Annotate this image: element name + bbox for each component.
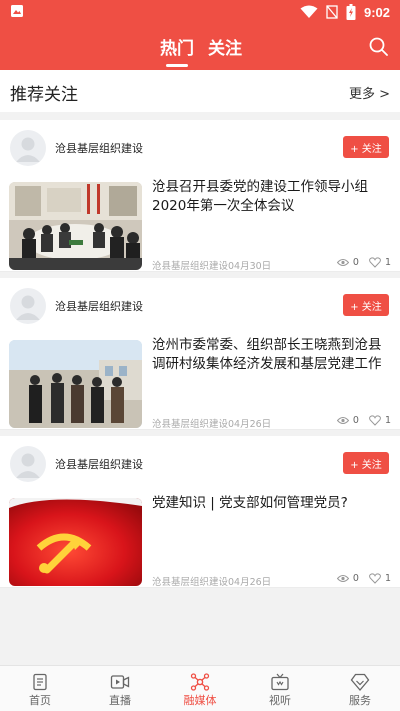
like-count: 1 <box>384 257 391 268</box>
avatar[interactable] <box>10 130 46 166</box>
bottom-navigation: 首页 直播 融媒体 视听 服务 <box>0 665 400 711</box>
tab-hot[interactable]: 热门 <box>160 34 194 59</box>
author-name[interactable]: 沧县基层组织建设 <box>55 140 143 156</box>
article-stats: 0 1 <box>336 257 391 268</box>
article-thumbnail[interactable] <box>9 498 142 586</box>
follow-button[interactable]: + 关注 <box>343 136 389 158</box>
search-icon[interactable] <box>368 36 390 58</box>
nav-service-label: 服务 <box>349 694 371 707</box>
clock: 9:02 <box>363 4 390 20</box>
avatar[interactable] <box>10 288 46 324</box>
home-document-icon <box>33 673 47 691</box>
nav-audio-video-label: 视听 <box>269 694 291 707</box>
wifi-icon <box>300 5 318 18</box>
follow-button[interactable]: + 关注 <box>343 452 389 474</box>
heart-icon[interactable] <box>369 573 381 584</box>
nav-live[interactable]: 直播 <box>80 666 160 711</box>
eye-icon <box>336 259 349 266</box>
article-source-date: 沧县基层组织建设04月26日 <box>152 577 272 588</box>
nav-media-label: 融媒体 <box>183 694 217 707</box>
tab-follow[interactable]: 关注 <box>208 34 242 59</box>
article-card[interactable]: 沧县基层组织建设 + 关注 沧州市委常委、组织部长王晓燕到沧县调研村级集体经济发… <box>0 278 400 430</box>
active-tab-indicator <box>166 64 188 67</box>
battery-charging-icon <box>346 4 356 20</box>
view-count: 0 <box>352 257 359 268</box>
nav-audio-video[interactable]: 视听 <box>240 666 320 711</box>
article-card[interactable]: 沧县基层组织建设 + 关注 党建知识 | 党支部如何管理党员? 沧县基层组织建设… <box>0 436 400 588</box>
more-link[interactable]: 更多 > <box>349 83 390 102</box>
nav-live-label: 直播 <box>109 694 131 707</box>
top-header: 热门 关注 <box>0 24 400 70</box>
eye-icon <box>336 575 349 582</box>
default-avatar-icon <box>16 137 40 162</box>
live-video-icon <box>110 675 130 689</box>
nav-media[interactable]: 融媒体 <box>160 666 240 711</box>
image-notification-icon <box>11 5 23 17</box>
media-network-icon <box>190 673 210 691</box>
section-title: 推荐关注 <box>10 85 78 105</box>
article-stats: 0 1 <box>336 573 391 584</box>
heart-icon[interactable] <box>369 415 381 426</box>
status-bar: 9:02 <box>0 0 400 24</box>
service-diamond-icon <box>350 673 370 691</box>
like-count: 1 <box>384 573 391 584</box>
article-thumbnail[interactable] <box>9 340 142 428</box>
article-card[interactable]: 沧县基层组织建设 + 关注 沧县召开县委党的建设工作领导小组2020年第一次全体… <box>0 120 400 272</box>
author-name[interactable]: 沧县基层组织建设 <box>55 456 143 472</box>
default-avatar-icon <box>16 453 40 478</box>
article-title[interactable]: 沧州市委常委、组织部长王晓燕到沧县调研村级集体经济发展和基层党建工作 <box>152 336 392 374</box>
article-title[interactable]: 党建知识 | 党支部如何管理党员? <box>152 494 392 513</box>
article-thumbnail[interactable] <box>9 182 142 270</box>
article-source-date: 沧县基层组织建设04月26日 <box>152 419 272 430</box>
view-count: 0 <box>352 415 359 426</box>
view-count: 0 <box>352 573 359 584</box>
no-signal-icon <box>326 5 338 19</box>
nav-home-label: 首页 <box>29 694 51 707</box>
tv-icon <box>271 673 289 691</box>
default-avatar-icon <box>16 295 40 320</box>
article-stats: 0 1 <box>336 415 391 426</box>
nav-service[interactable]: 服务 <box>320 666 400 711</box>
eye-icon <box>336 417 349 424</box>
article-source-date: 沧县基层组织建设04月30日 <box>152 261 272 272</box>
heart-icon[interactable] <box>369 257 381 268</box>
author-name[interactable]: 沧县基层组织建设 <box>55 298 143 314</box>
like-count: 1 <box>384 415 391 426</box>
follow-button[interactable]: + 关注 <box>343 294 389 316</box>
recommend-section-header: 推荐关注 更多 > <box>0 70 400 112</box>
nav-home[interactable]: 首页 <box>0 666 80 711</box>
article-title[interactable]: 沧县召开县委党的建设工作领导小组2020年第一次全体会议 <box>152 178 392 216</box>
avatar[interactable] <box>10 446 46 482</box>
